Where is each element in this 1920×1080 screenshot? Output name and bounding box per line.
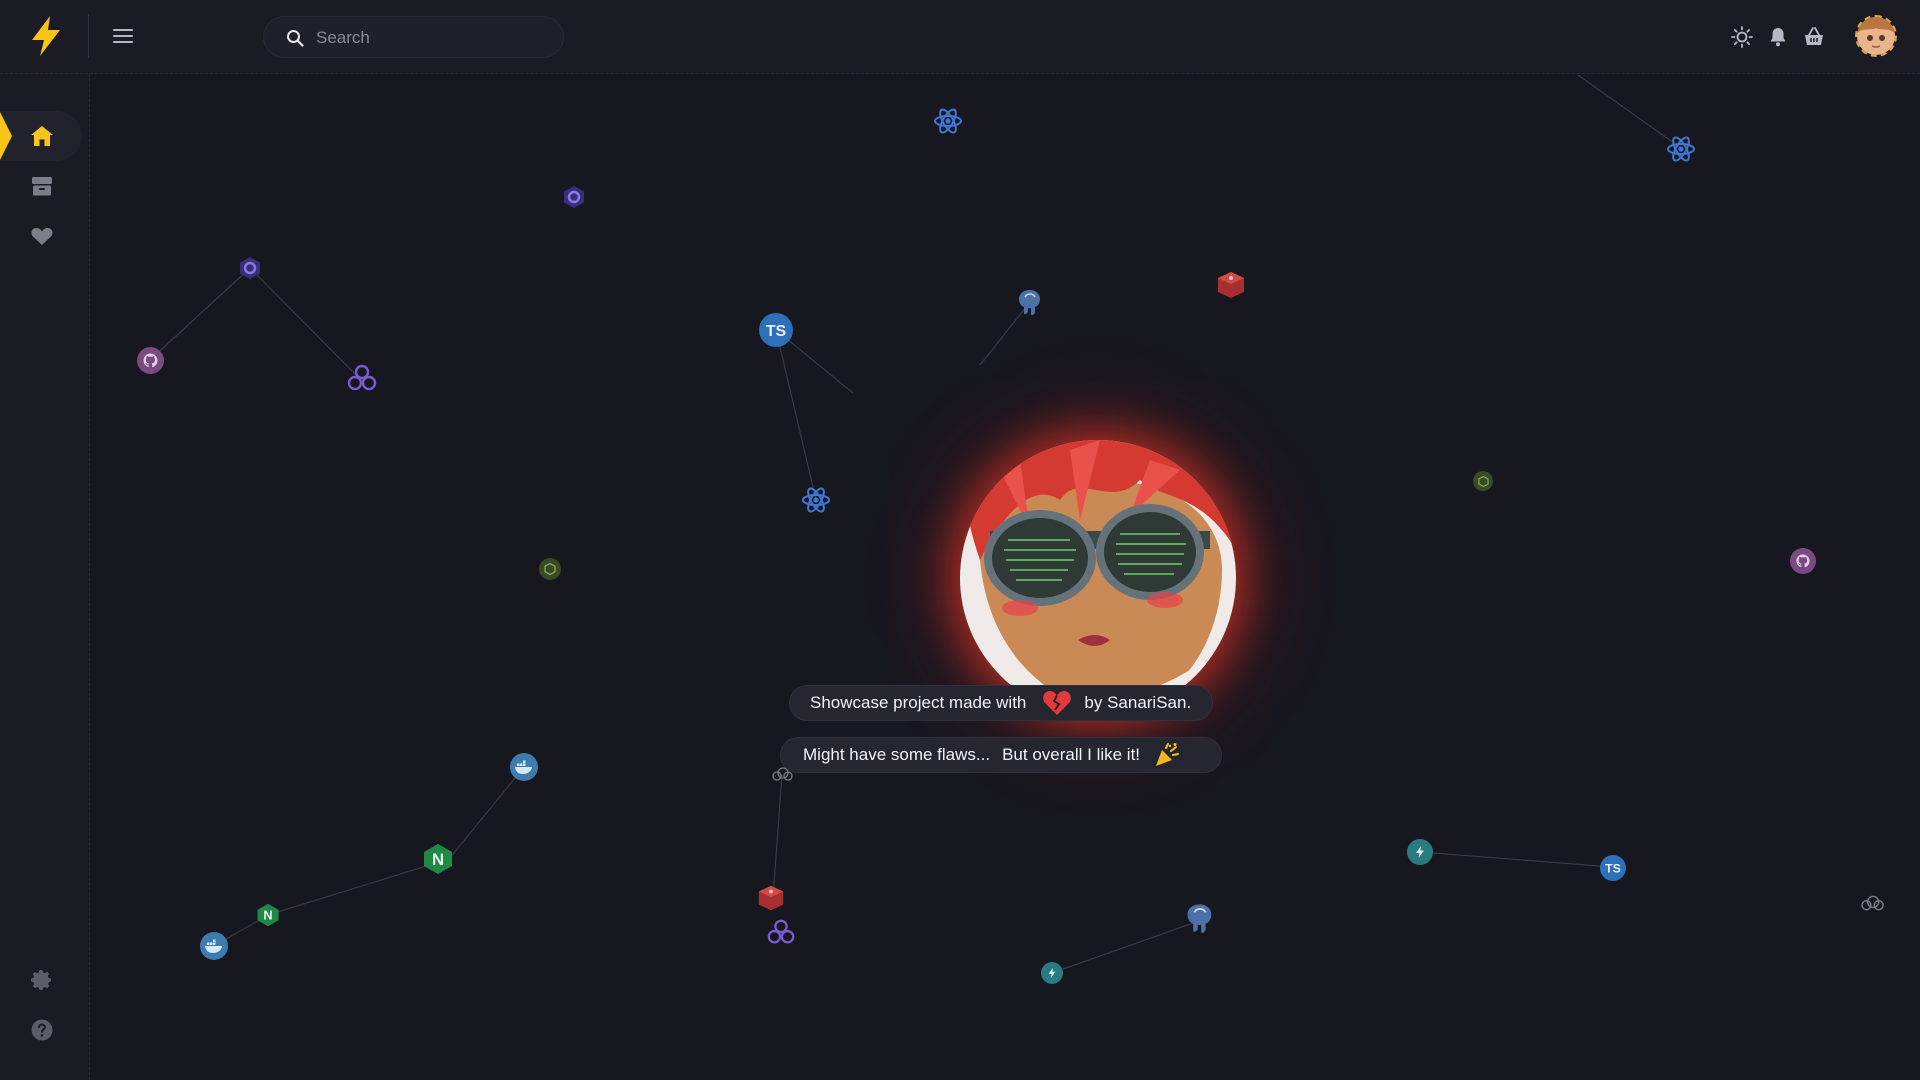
postgresql-icon <box>1183 901 1217 935</box>
broken-heart-icon <box>1043 691 1072 715</box>
avatar[interactable] <box>1855 15 1897 57</box>
caption-text-flaws: Might have some flaws... <box>803 745 991 764</box>
typescript-icon: TS <box>1600 855 1626 881</box>
search-input[interactable] <box>314 25 548 51</box>
redis-icon <box>756 883 786 913</box>
apollo-icon <box>345 361 379 395</box>
hamburger-menu-icon[interactable] <box>111 24 135 48</box>
flaws-caption-pill: Might have some flaws... But overall I l… <box>780 737 1222 773</box>
hero-portrait <box>960 440 1236 716</box>
avatar-image <box>1857 17 1895 55</box>
nginx-icon: N <box>422 843 454 875</box>
react-icon <box>801 485 831 515</box>
docker-icon <box>510 753 538 781</box>
search-icon <box>287 30 304 47</box>
caption-text-author: by SanariSan. <box>1084 693 1192 712</box>
bell-icon[interactable] <box>1766 25 1790 49</box>
heart-icon[interactable] <box>29 223 55 249</box>
showcase-caption-pill: Showcase project made with by SanariSan. <box>789 685 1213 721</box>
party-popper-icon <box>1156 743 1180 766</box>
box-icon[interactable] <box>29 173 55 199</box>
lightning-icon <box>1407 839 1433 865</box>
main-canvas: TS TS N N Showcase project made with by … <box>91 75 1920 1080</box>
caption-text-before-heart: Showcase project made with <box>810 693 1027 712</box>
cloud-icon <box>1858 893 1886 913</box>
basket-icon[interactable] <box>1802 25 1826 49</box>
docker-icon <box>200 932 228 960</box>
hero-illustration <box>960 440 1236 716</box>
sidebar <box>0 74 90 1080</box>
nginx-icon: N <box>256 903 280 927</box>
logo-lightning-icon[interactable] <box>26 14 66 58</box>
svg-text:N: N <box>432 850 444 869</box>
gear-icon[interactable] <box>30 968 54 992</box>
svg-text:N: N <box>263 908 272 923</box>
svg-text:TS: TS <box>766 323 787 339</box>
lightning-icon <box>1041 962 1063 984</box>
apollo-icon <box>765 916 797 948</box>
header-divider <box>88 14 89 58</box>
active-nav-marker <box>0 112 12 160</box>
github-icon <box>137 347 164 374</box>
top-bar <box>0 0 1920 74</box>
postgresql-icon <box>1015 287 1045 317</box>
search-box[interactable] <box>263 16 564 58</box>
graphql-hex-icon <box>238 256 262 280</box>
sun-icon[interactable] <box>1730 25 1754 49</box>
github-icon <box>1790 548 1816 574</box>
svg-text:TS: TS <box>1605 862 1621 875</box>
nodejs-icon <box>539 558 561 580</box>
typescript-icon: TS <box>759 313 793 347</box>
help-icon[interactable] <box>30 1018 54 1042</box>
caption-text-like-it: But overall I like it! <box>1002 745 1141 764</box>
home-icon[interactable] <box>29 123 55 149</box>
redis-icon <box>1215 269 1247 301</box>
react-icon <box>933 106 963 136</box>
graphql-hex-icon <box>562 185 586 209</box>
nodejs-icon <box>1473 471 1493 491</box>
react-icon <box>1666 134 1696 164</box>
